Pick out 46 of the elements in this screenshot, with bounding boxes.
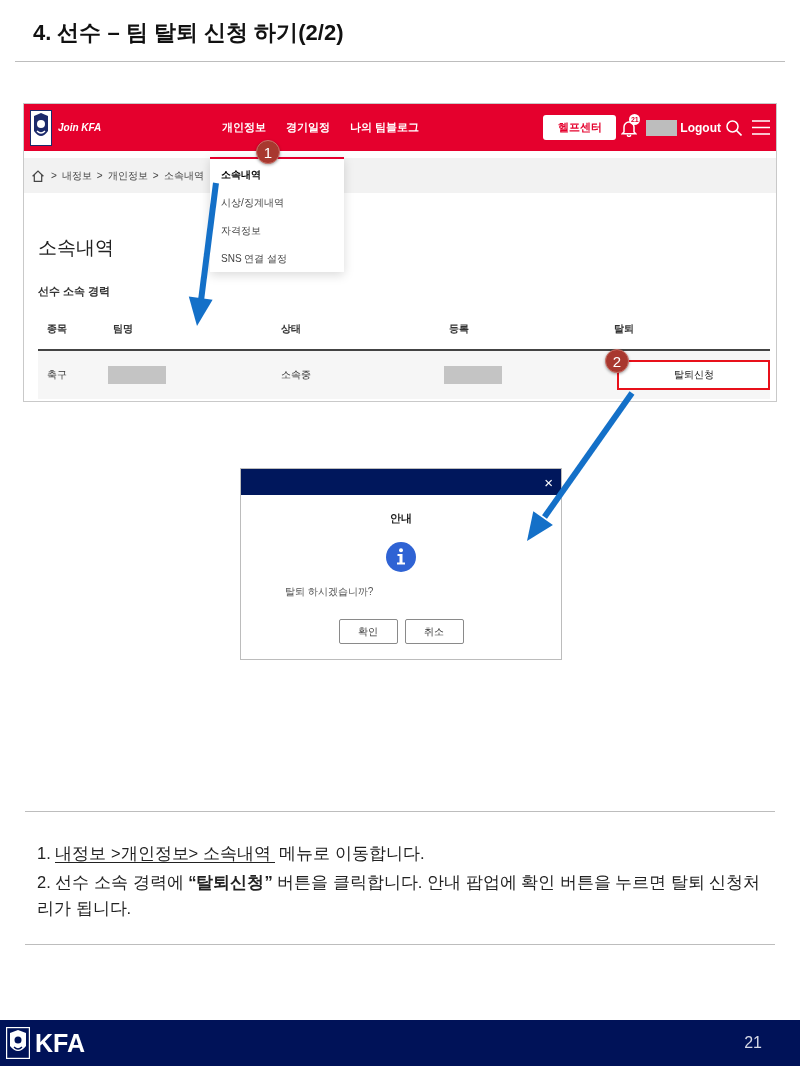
close-button[interactable]: × [544, 474, 553, 490]
page-number: 21 [744, 1034, 762, 1052]
crest-icon [6, 1027, 30, 1059]
page-heading: 소속내역 [38, 236, 114, 260]
redacted-block [108, 366, 166, 384]
menu-icon [752, 120, 770, 135]
column-header: 등록 [449, 322, 469, 336]
dialog-button[interactable]: 확인 [338, 619, 398, 644]
crest-icon [30, 109, 52, 146]
section-title: 선수 소속 경력 [38, 284, 111, 299]
nav-link[interactable]: 경기일정 [286, 120, 330, 135]
breadcrumb-separator: > [152, 170, 159, 181]
redacted-name-block [646, 119, 678, 136]
dialog-message: 탈퇴 하시겠습니까? [285, 585, 374, 599]
breadcrumb-link[interactable]: 내정보 [61, 168, 92, 183]
search-icon [726, 119, 742, 136]
column-header: 상태 [281, 322, 301, 336]
breadcrumb-separator: > [96, 170, 103, 181]
logo-text: Join KFA [58, 122, 102, 133]
dropdown-item[interactable]: SNS 연결 설정 [221, 252, 288, 266]
dropdown-item[interactable]: 시상/징계내역 [221, 196, 284, 210]
breadcrumb-link[interactable]: 개인정보 [107, 168, 148, 183]
dialog-title: 안내 [390, 511, 412, 525]
dropdown-item[interactable]: 자격정보 [221, 224, 261, 238]
home-icon [32, 169, 44, 182]
bell-icon [621, 118, 638, 137]
table-cell: 소속중 [281, 368, 311, 382]
breadcrumb-link[interactable]: 소속내역 [163, 168, 204, 183]
dropdown-item[interactable]: 소속내역 [221, 168, 261, 182]
column-header: 탈퇴 [614, 322, 634, 336]
nav-link[interactable]: 개인정보 [222, 120, 266, 135]
instruction-text: 1. 내정보 >개인정보> 소속내역 메뉴로 이동합니다. [37, 843, 426, 865]
column-header: 팀명 [113, 322, 133, 336]
table-cell: 축구 [47, 368, 67, 382]
redacted-block [444, 366, 502, 384]
instruction-text: 2. 선수 소속 경력에 “탈퇴신청” 버튼을 클릭합니다. 안내 팝업에 확인 버튼을 누르면 탈퇴 신청처리가 됩니다. [37, 872, 762, 919]
info-icon [386, 542, 416, 572]
logo-text: KFA [35, 1029, 85, 1057]
column-header: 종목 [47, 322, 67, 336]
nav-link[interactable]: 나의 팀블로그 [350, 120, 420, 135]
dialog-button[interactable]: 취소 [404, 619, 464, 644]
breadcrumb-separator: > [51, 170, 57, 181]
slide-title: 4. 선수 – 팀 탈퇴 신청 하기(2/2) [33, 18, 344, 47]
logout-link[interactable]: Logout [680, 120, 721, 135]
help-center-button[interactable]: 헬프센터 [543, 115, 617, 140]
menu-path-link[interactable]: 내정보 >개인정보> 소속내역 [55, 844, 275, 863]
